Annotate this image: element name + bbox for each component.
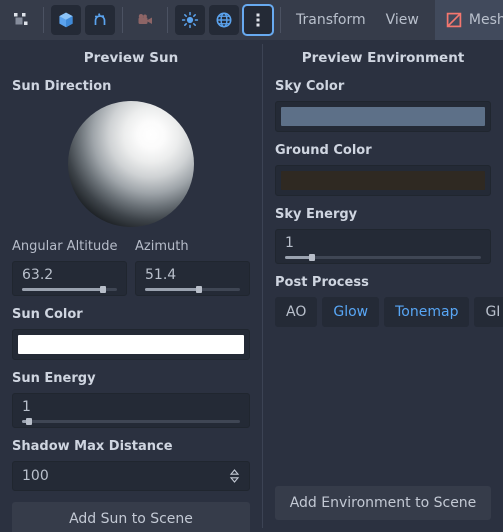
post-process-tonemap-button[interactable]: Tonemap xyxy=(384,297,470,327)
add-sun-to-scene-button[interactable]: Add Sun to Scene xyxy=(12,502,250,532)
azimuth-slider-fill xyxy=(145,288,200,291)
select-mode-icon xyxy=(13,12,30,29)
toolbar-separator-3 xyxy=(167,7,168,33)
sky-color-label: Sky Color xyxy=(275,79,345,94)
azimuth-slider-track[interactable] xyxy=(145,286,240,293)
preview-environment-panel: Preview Environment Sky Color Ground Col… xyxy=(263,40,503,532)
shadow-max-distance-value: 100 xyxy=(22,468,49,484)
sky-energy-slider-fill xyxy=(285,256,313,259)
sun-energy-value: 1 xyxy=(22,399,31,415)
sun-energy-slider-track[interactable] xyxy=(22,418,240,425)
box-mesh-button[interactable] xyxy=(51,5,81,35)
transform-menu[interactable]: Transform xyxy=(286,6,376,34)
sun-direction-sphere[interactable] xyxy=(68,101,194,227)
angular-altitude-slider-knob[interactable] xyxy=(99,286,106,293)
main-toolbar: Transform View Mesh xyxy=(0,0,503,40)
preview-sun-panel: Preview Sun Sun Direction Angular Altitu… xyxy=(0,40,262,532)
sun-energy-slider-knob[interactable] xyxy=(25,418,32,425)
angular-altitude-slider-track[interactable] xyxy=(22,286,117,293)
toolbar-separator-2 xyxy=(122,7,123,33)
ground-color-label: Ground Color xyxy=(275,143,372,158)
azimuth-group: Azimuth 51.4 xyxy=(135,239,250,307)
ground-color-picker[interactable] xyxy=(275,165,491,196)
sky-energy-slider-knob[interactable] xyxy=(309,254,316,261)
post-process-button-row: AO Glow Tonemap GI xyxy=(275,297,503,327)
preview-sun-title: Preview Sun xyxy=(83,50,179,66)
mesh-menu[interactable]: Mesh xyxy=(434,0,503,40)
add-sun-row: Add Sun to Scene xyxy=(12,502,250,532)
sky-energy-slider-track[interactable] xyxy=(285,254,481,261)
mesh-icon xyxy=(446,12,462,28)
sky-color-swatch[interactable] xyxy=(281,107,485,126)
angular-altitude-label: Angular Altitude xyxy=(12,239,118,254)
toolbar-separator-1 xyxy=(43,7,44,33)
angular-altitude-group: Angular Altitude 63.2 xyxy=(12,239,127,307)
post-process-glow-button[interactable]: Glow xyxy=(322,297,380,327)
sky-energy-input[interactable]: 1 xyxy=(275,229,491,264)
angular-altitude-slider-fill xyxy=(22,288,103,291)
add-environment-to-scene-button[interactable]: Add Environment to Scene xyxy=(275,486,491,520)
ground-color-swatch[interactable] xyxy=(281,171,485,190)
sun-direction-sphere-widget[interactable] xyxy=(12,101,250,227)
shadow-max-distance-input[interactable]: 100 xyxy=(12,461,250,491)
stepper-updown-icon[interactable] xyxy=(229,468,240,484)
sky-color-picker[interactable] xyxy=(275,101,491,132)
sun-direction-label: Sun Direction xyxy=(12,79,112,94)
add-environment-row: Add Environment to Scene xyxy=(275,486,491,532)
curve-path-button[interactable] xyxy=(85,5,115,35)
sun-energy-label: Sun Energy xyxy=(12,371,96,386)
sun-color-picker[interactable] xyxy=(12,329,250,360)
camera-button[interactable] xyxy=(130,5,160,35)
sun-energy-input[interactable]: 1 xyxy=(12,393,250,428)
sun-color-swatch[interactable] xyxy=(18,335,244,354)
post-process-gi-button[interactable]: GI xyxy=(474,297,503,327)
select-mode-button[interactable] xyxy=(6,5,36,35)
world-environment-icon xyxy=(215,11,233,29)
post-process-ao-button[interactable]: AO xyxy=(275,297,318,327)
direction-values-row: Angular Altitude 63.2 Azimuth 51.4 xyxy=(12,239,250,307)
preview-environment-title: Preview Environment xyxy=(301,50,465,66)
preview-sun-button[interactable] xyxy=(175,5,205,35)
right-spacer xyxy=(275,338,491,486)
sun-color-label: Sun Color xyxy=(12,307,83,322)
post-process-label: Post Process xyxy=(275,275,369,290)
angular-altitude-value: 63.2 xyxy=(22,267,54,283)
box-mesh-icon xyxy=(57,11,75,29)
more-options-button[interactable] xyxy=(242,4,274,36)
camera-icon xyxy=(137,12,154,29)
view-menu[interactable]: View xyxy=(376,6,429,34)
sky-energy-label: Sky Energy xyxy=(275,207,358,222)
angular-altitude-input[interactable]: 63.2 xyxy=(12,261,127,296)
shadow-max-distance-label: Shadow Max Distance xyxy=(12,439,173,454)
mesh-menu-label: Mesh xyxy=(468,12,503,28)
azimuth-label: Azimuth xyxy=(135,239,189,254)
curve-path-icon xyxy=(91,11,109,29)
azimuth-value: 51.4 xyxy=(145,267,177,283)
panels-container: Preview Sun Sun Direction Angular Altitu… xyxy=(0,40,503,532)
preview-environment-button[interactable] xyxy=(209,5,239,35)
light-sun-icon xyxy=(181,11,199,29)
sky-energy-value: 1 xyxy=(285,235,294,251)
more-options-icon xyxy=(255,11,261,29)
toolbar-separator-4 xyxy=(280,7,281,33)
azimuth-slider-knob[interactable] xyxy=(196,286,203,293)
azimuth-input[interactable]: 51.4 xyxy=(135,261,250,296)
